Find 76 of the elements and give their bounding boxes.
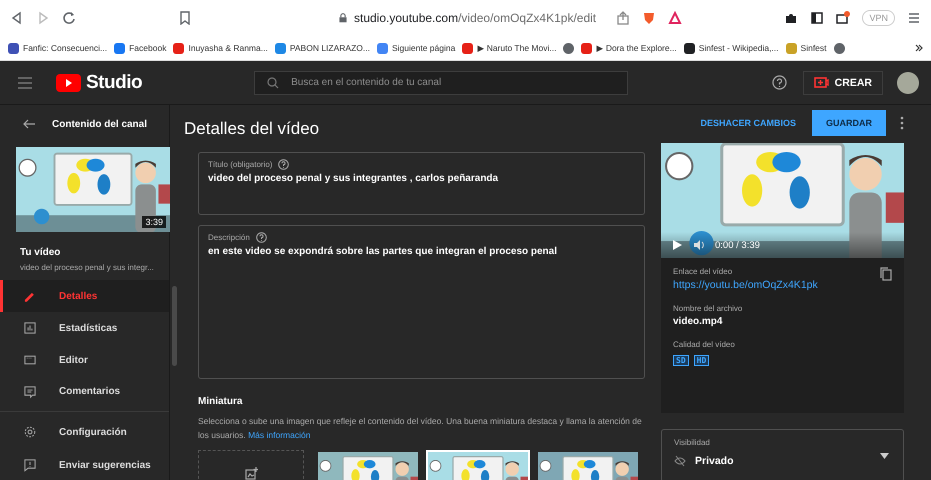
bookmark-link[interactable]: Siguiente página (376, 42, 456, 54)
bookmark-link[interactable]: Sinfest - Wikipedia,... (684, 42, 779, 54)
globe-icon[interactable] (563, 42, 574, 54)
thumbnail-description: Selecciona o sube una imagen que refleje el contenido del vídeo. Una buena miniatura destaca y llama la atención de los usuarios. Más información (198, 415, 643, 442)
eye-off-icon (674, 454, 686, 467)
caret-icon (880, 452, 889, 459)
field-label: Descripción (208, 233, 250, 242)
search-icon (267, 76, 280, 88)
sidebar-icon[interactable] (810, 11, 824, 25)
back-arrow-icon[interactable] (22, 117, 36, 131)
field-label: Calidad del vídeo (673, 340, 736, 350)
search-field[interactable]: Busca en el contenido de tu canal (254, 70, 628, 94)
help-icon[interactable] (772, 75, 787, 90)
more-chevron-icon[interactable] (915, 44, 923, 52)
menu-icon[interactable] (18, 76, 32, 88)
help-icon[interactable] (278, 159, 290, 170)
quality-badge: SD (673, 355, 689, 366)
time-display: 0:00 / 3:39 (715, 240, 760, 251)
studio-logo[interactable]: Studio (56, 72, 142, 94)
more-icon[interactable] (900, 116, 904, 130)
bookmark-link[interactable]: PABON LIZARAZO... (274, 42, 370, 54)
save-button[interactable]: GUARDAR (812, 110, 886, 136)
copy-icon[interactable] (880, 267, 892, 282)
field-label: Título (obligatorio) (208, 160, 272, 169)
sidebar-item[interactable]: Editor (0, 344, 169, 376)
sidebar-item[interactable]: Detalles (0, 280, 169, 312)
globe-icon[interactable] (834, 42, 845, 54)
field-label: Enlace del vídeo (673, 267, 734, 276)
bookmark-link[interactable]: Inuyasha & Ranma... (173, 42, 268, 54)
puzzle-icon[interactable] (784, 11, 798, 25)
duration-badge: 3:39 (142, 216, 166, 228)
chart-icon (23, 321, 37, 336)
bookmark-link[interactable]: Facebook (114, 42, 166, 54)
field-value: en este video se expondrá sobre las partes que integran el proceso penal (208, 246, 558, 257)
section-title: Tu vídeo (19, 246, 62, 258)
section-title: Miniatura (198, 396, 244, 407)
address-text[interactable]: studio.youtube.com/video/omOqZx4K1pk/edit (354, 11, 596, 25)
sidebar-item[interactable]: Configuración (0, 416, 169, 449)
lock-icon (338, 11, 348, 25)
reload-icon[interactable] (62, 11, 76, 25)
share-icon[interactable] (616, 11, 630, 25)
file-name: video.mp4 (673, 316, 724, 328)
bookmark-link[interactable]: Sinfest (786, 42, 827, 54)
video-title: video del proceso penal y sus integr... (19, 262, 155, 274)
field-label: Nombre del archivo (673, 304, 744, 314)
field-value: video del proceso penal y sus integrantes , carlos peñaranda (208, 173, 500, 184)
bookmark-icon[interactable] (178, 11, 192, 25)
triangle-icon[interactable] (668, 11, 682, 25)
bookmark-link[interactable]: Fanfic: Consecuenci... (8, 42, 108, 54)
camera-plus-icon (814, 77, 829, 88)
quality-badge: HD (694, 355, 710, 366)
back-link[interactable]: Contenido del canal (52, 118, 148, 130)
visibility-dropdown[interactable]: Visibilidad Privado (661, 428, 904, 480)
film-icon (23, 353, 37, 368)
help-icon[interactable] (256, 232, 267, 243)
more-info-link[interactable]: Más información (248, 430, 310, 440)
play-icon[interactable] (671, 239, 683, 252)
avatar[interactable] (897, 72, 919, 94)
feedback-icon (23, 458, 37, 472)
create-button[interactable]: CREAR (802, 70, 883, 94)
undo-button[interactable]: DESHACER CAMBIOS (694, 117, 802, 130)
scrollbar[interactable] (172, 286, 177, 366)
page-title: Detalles del vídeo (184, 118, 320, 140)
menu-icon[interactable] (907, 11, 921, 25)
image-add-icon (244, 467, 258, 480)
bookmark-link[interactable]: ▶ Dora the Explore... (581, 42, 677, 54)
title-field[interactable]: Título (obligatorio) video del proceso penal y sus integrantes , carlos peñaranda (198, 152, 645, 215)
volume-icon[interactable] (693, 239, 705, 252)
description-field[interactable]: Descripción en este video se expondrá sobre las partes que integran el proceso penal (198, 225, 645, 379)
settings-icon (23, 425, 37, 440)
bookmark-link[interactable]: ▶ Naruto The Movi... (462, 42, 556, 54)
comment-icon (23, 384, 37, 399)
sidebar-item[interactable]: Enviar sugerencias (0, 448, 169, 480)
video-link[interactable]: https://youtu.be/omOqZx4K1pk (673, 279, 818, 292)
sidebar-item[interactable]: Estadísticas (0, 312, 169, 344)
sidebar-item[interactable]: Comentarios (0, 376, 169, 408)
